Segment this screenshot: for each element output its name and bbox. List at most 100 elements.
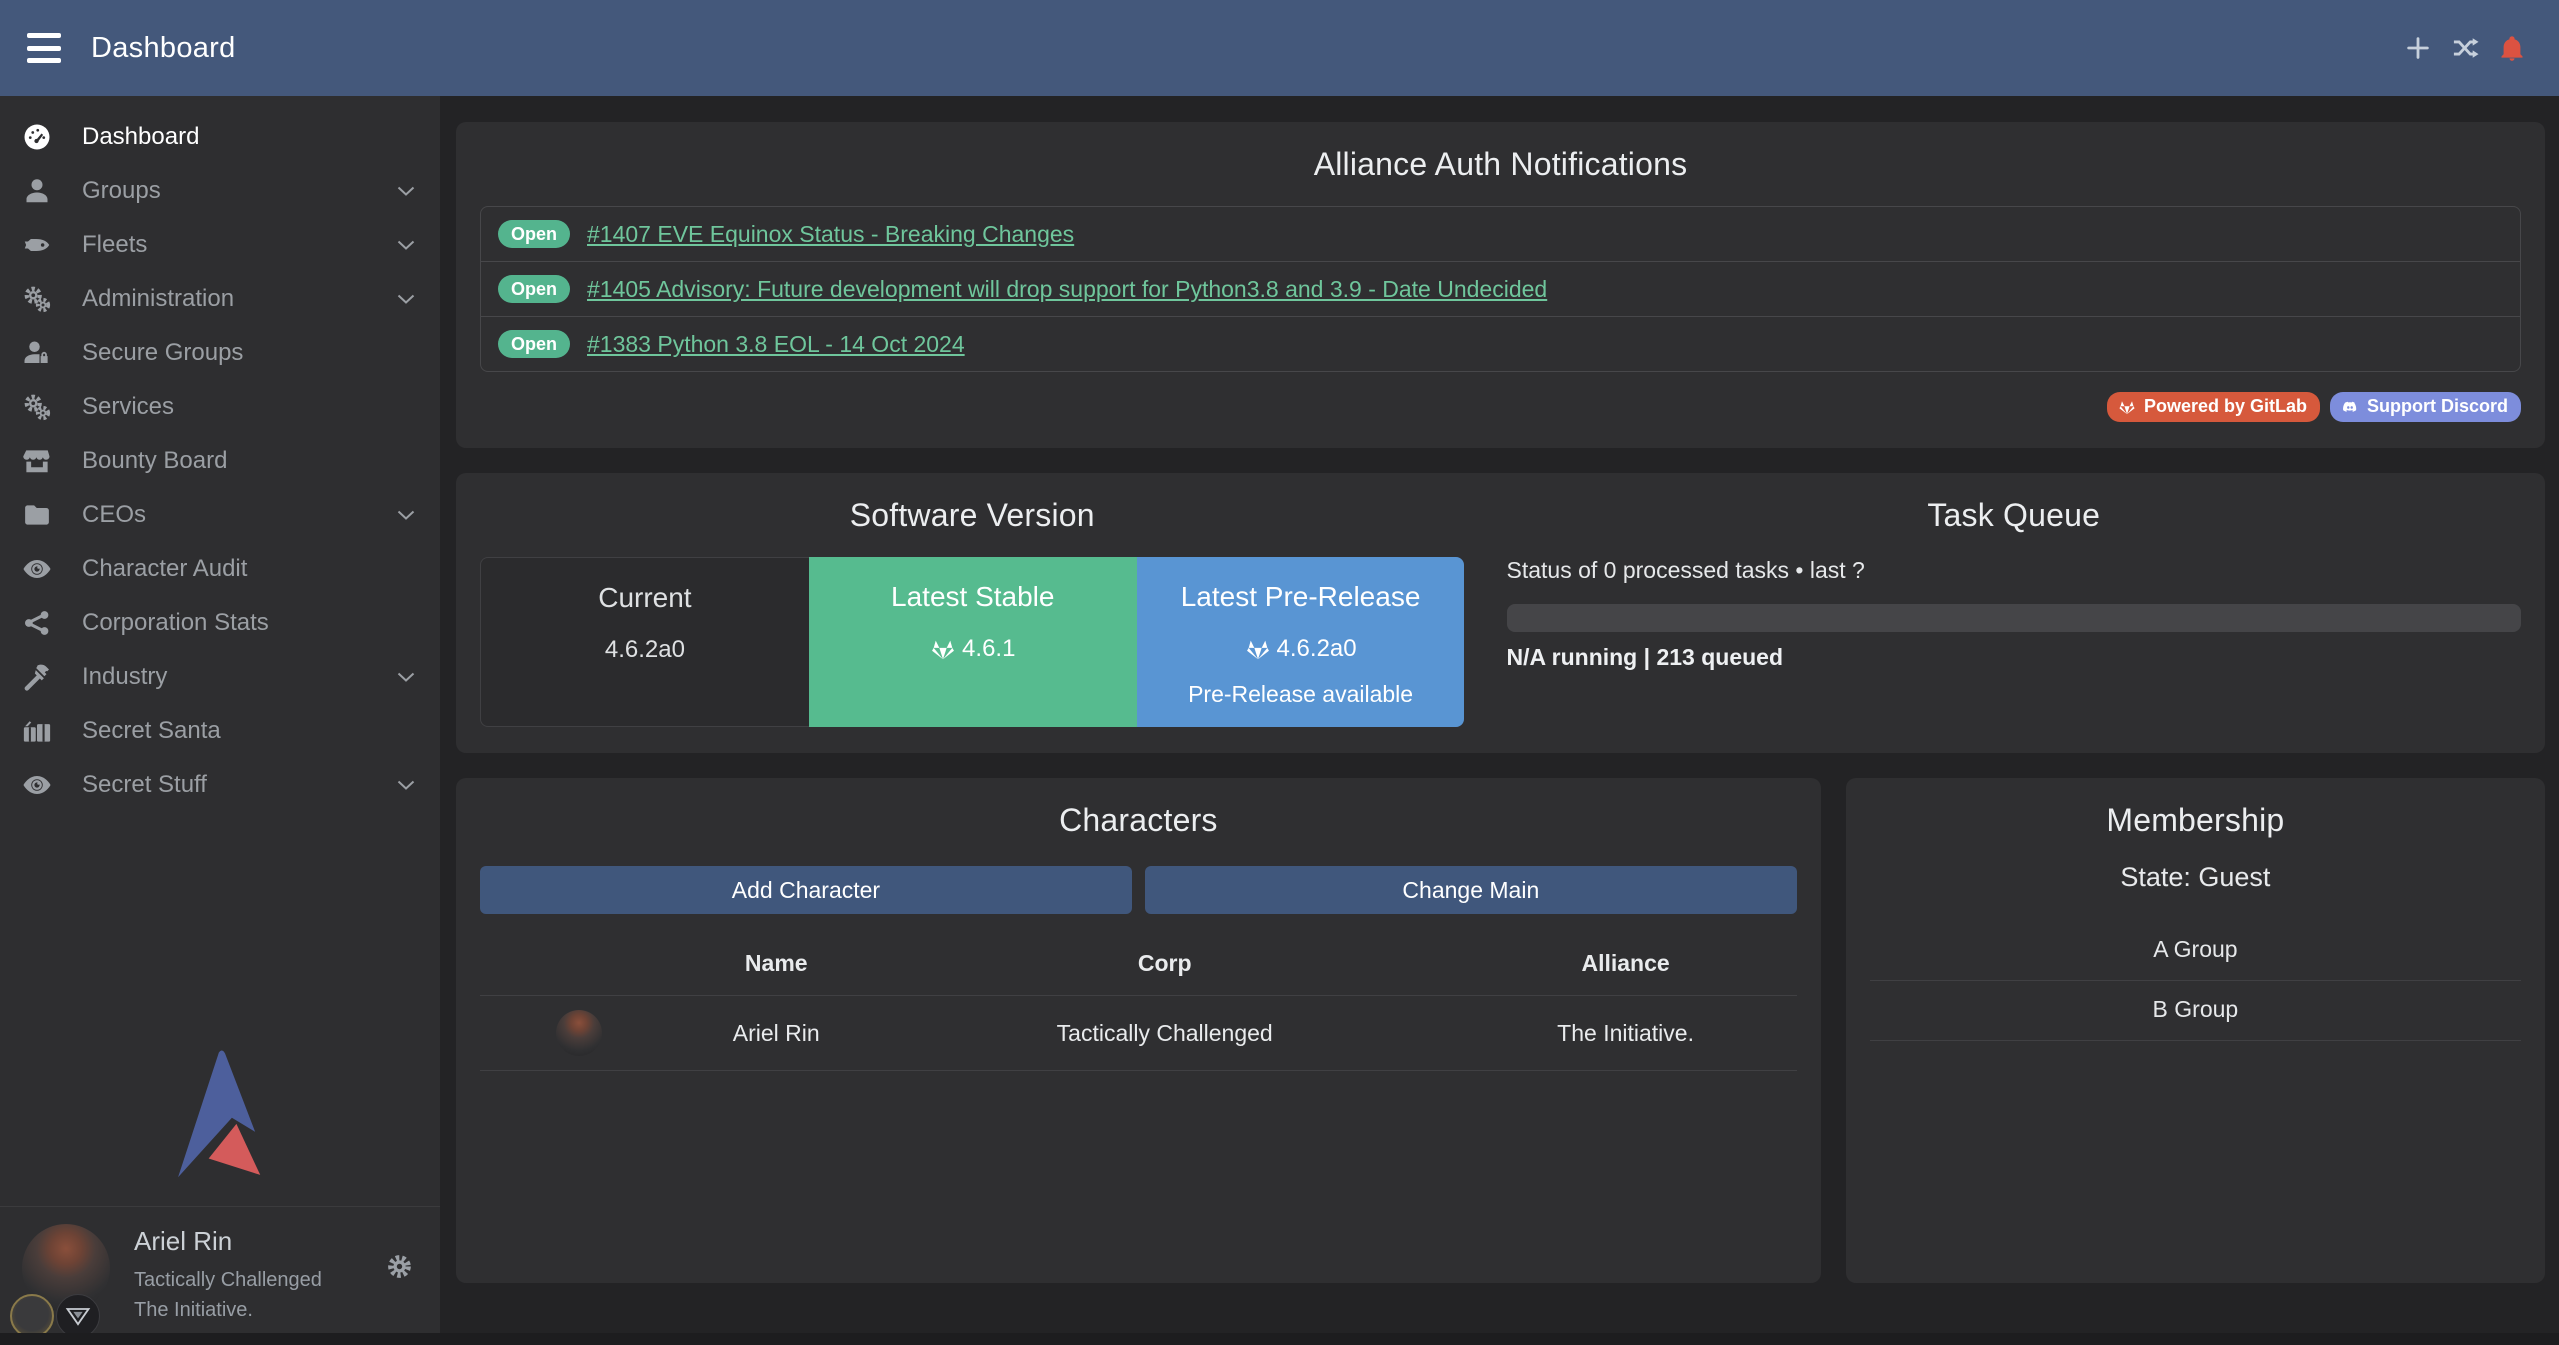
footer-badges: Powered by GitLab Support Discord bbox=[480, 392, 2521, 422]
sidebar-item-dashboard[interactable]: Dashboard bbox=[0, 110, 440, 164]
cogs-icon bbox=[22, 284, 68, 314]
notification-row: Open #1405 Advisory: Future development … bbox=[481, 262, 2520, 317]
task-queue-title: Task Queue bbox=[1507, 495, 2522, 535]
notifications-title: Alliance Auth Notifications bbox=[480, 144, 2521, 184]
version-stable-box: Latest Stable 4.6.1 bbox=[809, 557, 1137, 727]
character-name: Ariel Rin bbox=[678, 996, 876, 1071]
notification-link[interactable]: #1383 Python 3.8 EOL - 14 Oct 2024 bbox=[587, 331, 965, 358]
eye-icon bbox=[22, 554, 68, 584]
user-corp: Tactically Challenged bbox=[134, 1265, 322, 1295]
sidebar-footer: Ariel Rin Tactically Challenged The Init… bbox=[0, 1048, 440, 1333]
powered-by-gitlab-badge[interactable]: Powered by GitLab bbox=[2107, 392, 2320, 422]
discord-icon bbox=[2341, 398, 2359, 416]
eye-icon bbox=[22, 770, 68, 800]
alliance-auth-app: Dashboard bbox=[0, 0, 2559, 1333]
sidebar-item-fleets[interactable]: Fleets bbox=[0, 218, 440, 272]
task-queue-progressbar bbox=[1507, 604, 2522, 632]
status-badge: Open bbox=[498, 275, 570, 303]
sidebar-item-corporation-stats[interactable]: Corporation Stats bbox=[0, 596, 440, 650]
membership-title: Membership bbox=[1870, 800, 2521, 840]
alliance-auth-logo bbox=[152, 1048, 288, 1184]
support-discord-badge[interactable]: Support Discord bbox=[2330, 392, 2521, 422]
navbar-actions bbox=[2403, 33, 2527, 63]
hammer-icon bbox=[22, 662, 68, 692]
characters-title: Characters bbox=[480, 800, 1797, 840]
column-header-corp: Corp bbox=[875, 936, 1454, 996]
notifications-list: Open #1407 EVE Equinox Status - Breaking… bbox=[480, 206, 2521, 372]
group-row: B Group bbox=[1870, 981, 2521, 1041]
bottom-row: Characters Add Character Change Main Nam… bbox=[456, 778, 2545, 1283]
notifications-panel: Alliance Auth Notifications Open #1407 E… bbox=[456, 122, 2545, 448]
column-header-name: Name bbox=[678, 936, 876, 996]
gifts-icon bbox=[22, 716, 68, 746]
corp-logo-badge bbox=[10, 1294, 54, 1333]
character-alliance: The Initiative. bbox=[1454, 996, 1796, 1071]
software-taskqueue-panel: Software Version Current 4.6.2a0 Latest … bbox=[456, 473, 2545, 753]
membership-panel: Membership State: Guest A Group B Group bbox=[1846, 778, 2545, 1283]
sidebar-item-character-audit[interactable]: Character Audit bbox=[0, 542, 440, 596]
task-queue-summary: N/A running | 213 queued bbox=[1507, 644, 2522, 671]
cogs-icon bbox=[22, 392, 68, 422]
menu-toggle-button[interactable] bbox=[27, 33, 61, 63]
software-version-title: Software Version bbox=[480, 495, 1465, 535]
shuttle-icon bbox=[22, 230, 68, 260]
sidebar-item-groups[interactable]: Groups bbox=[0, 164, 440, 218]
column-header-alliance: Alliance bbox=[1454, 936, 1796, 996]
software-version-section: Software Version Current 4.6.2a0 Latest … bbox=[480, 495, 1501, 727]
characters-table: Name Corp Alliance Ariel Rin Tactically … bbox=[480, 936, 1797, 1071]
sidebar-item-secure-groups[interactable]: Secure Groups bbox=[0, 326, 440, 380]
user-panel: Ariel Rin Tactically Challenged The Init… bbox=[0, 1206, 440, 1333]
top-navbar: Dashboard bbox=[0, 0, 2559, 96]
sidebar-item-ceos[interactable]: CEOs bbox=[0, 488, 440, 542]
page-title: Dashboard bbox=[91, 32, 236, 65]
chevron-down-icon bbox=[394, 503, 418, 527]
add-character-plus-icon[interactable] bbox=[2403, 33, 2433, 63]
characters-panel: Characters Add Character Change Main Nam… bbox=[456, 778, 1821, 1283]
sidebar-item-secret-santa[interactable]: Secret Santa bbox=[0, 704, 440, 758]
chevron-down-icon bbox=[394, 179, 418, 203]
sidebar: Dashboard Groups Fleets bbox=[0, 96, 440, 1333]
gitlab-icon bbox=[1245, 636, 1271, 662]
version-prerelease-box: Latest Pre-Release 4.6.2a0 Pre-Release a… bbox=[1137, 557, 1465, 727]
user-settings-gear-icon[interactable] bbox=[386, 1253, 414, 1281]
change-main-button[interactable]: Change Main bbox=[1145, 866, 1797, 914]
user-icon bbox=[22, 176, 68, 206]
character-corp: Tactically Challenged bbox=[875, 996, 1454, 1071]
notifications-bell-icon[interactable] bbox=[2497, 33, 2527, 63]
sidebar-item-bounty-board[interactable]: Bounty Board bbox=[0, 434, 440, 488]
membership-state: State: Guest bbox=[1870, 862, 2521, 893]
user-alliance: The Initiative. bbox=[134, 1295, 322, 1325]
sidebar-item-industry[interactable]: Industry bbox=[0, 650, 440, 704]
task-queue-status: Status of 0 processed tasks • last ? bbox=[1507, 557, 2522, 584]
change-main-shuffle-icon[interactable] bbox=[2450, 33, 2480, 63]
main-content: Alliance Auth Notifications Open #1407 E… bbox=[440, 96, 2559, 1333]
notification-row: Open #1383 Python 3.8 EOL - 14 Oct 2024 bbox=[481, 317, 2520, 371]
status-badge: Open bbox=[498, 220, 570, 248]
sidebar-menu: Dashboard Groups Fleets bbox=[0, 96, 440, 812]
status-badge: Open bbox=[498, 330, 570, 358]
tachometer-icon bbox=[22, 122, 68, 152]
character-portrait bbox=[556, 1010, 602, 1056]
sidebar-item-services[interactable]: Services bbox=[0, 380, 440, 434]
sidebar-item-secret-stuff[interactable]: Secret Stuff bbox=[0, 758, 440, 812]
user-name: Ariel Rin bbox=[134, 1226, 322, 1257]
add-character-button[interactable]: Add Character bbox=[480, 866, 1132, 914]
version-current-box: Current 4.6.2a0 bbox=[480, 557, 809, 727]
notification-link[interactable]: #1407 EVE Equinox Status - Breaking Chan… bbox=[587, 221, 1074, 248]
alliance-logo-badge bbox=[56, 1294, 100, 1333]
user-lock-icon bbox=[22, 338, 68, 368]
version-boxes: Current 4.6.2a0 Latest Stable 4.6.1 Late… bbox=[480, 557, 1465, 727]
column-header-portrait bbox=[480, 936, 678, 996]
character-row: Ariel Rin Tactically Challenged The Init… bbox=[480, 996, 1797, 1071]
gitlab-icon bbox=[930, 636, 956, 662]
store-icon bbox=[22, 446, 68, 476]
notification-row: Open #1407 EVE Equinox Status - Breaking… bbox=[481, 207, 2520, 262]
share-icon bbox=[22, 608, 68, 638]
sidebar-item-administration[interactable]: Administration bbox=[0, 272, 440, 326]
chevron-down-icon bbox=[394, 665, 418, 689]
chevron-down-icon bbox=[394, 773, 418, 797]
chevron-down-icon bbox=[394, 287, 418, 311]
notification-link[interactable]: #1405 Advisory: Future development will … bbox=[587, 276, 1547, 303]
group-row: A Group bbox=[1870, 921, 2521, 981]
gitlab-icon bbox=[2118, 398, 2136, 416]
